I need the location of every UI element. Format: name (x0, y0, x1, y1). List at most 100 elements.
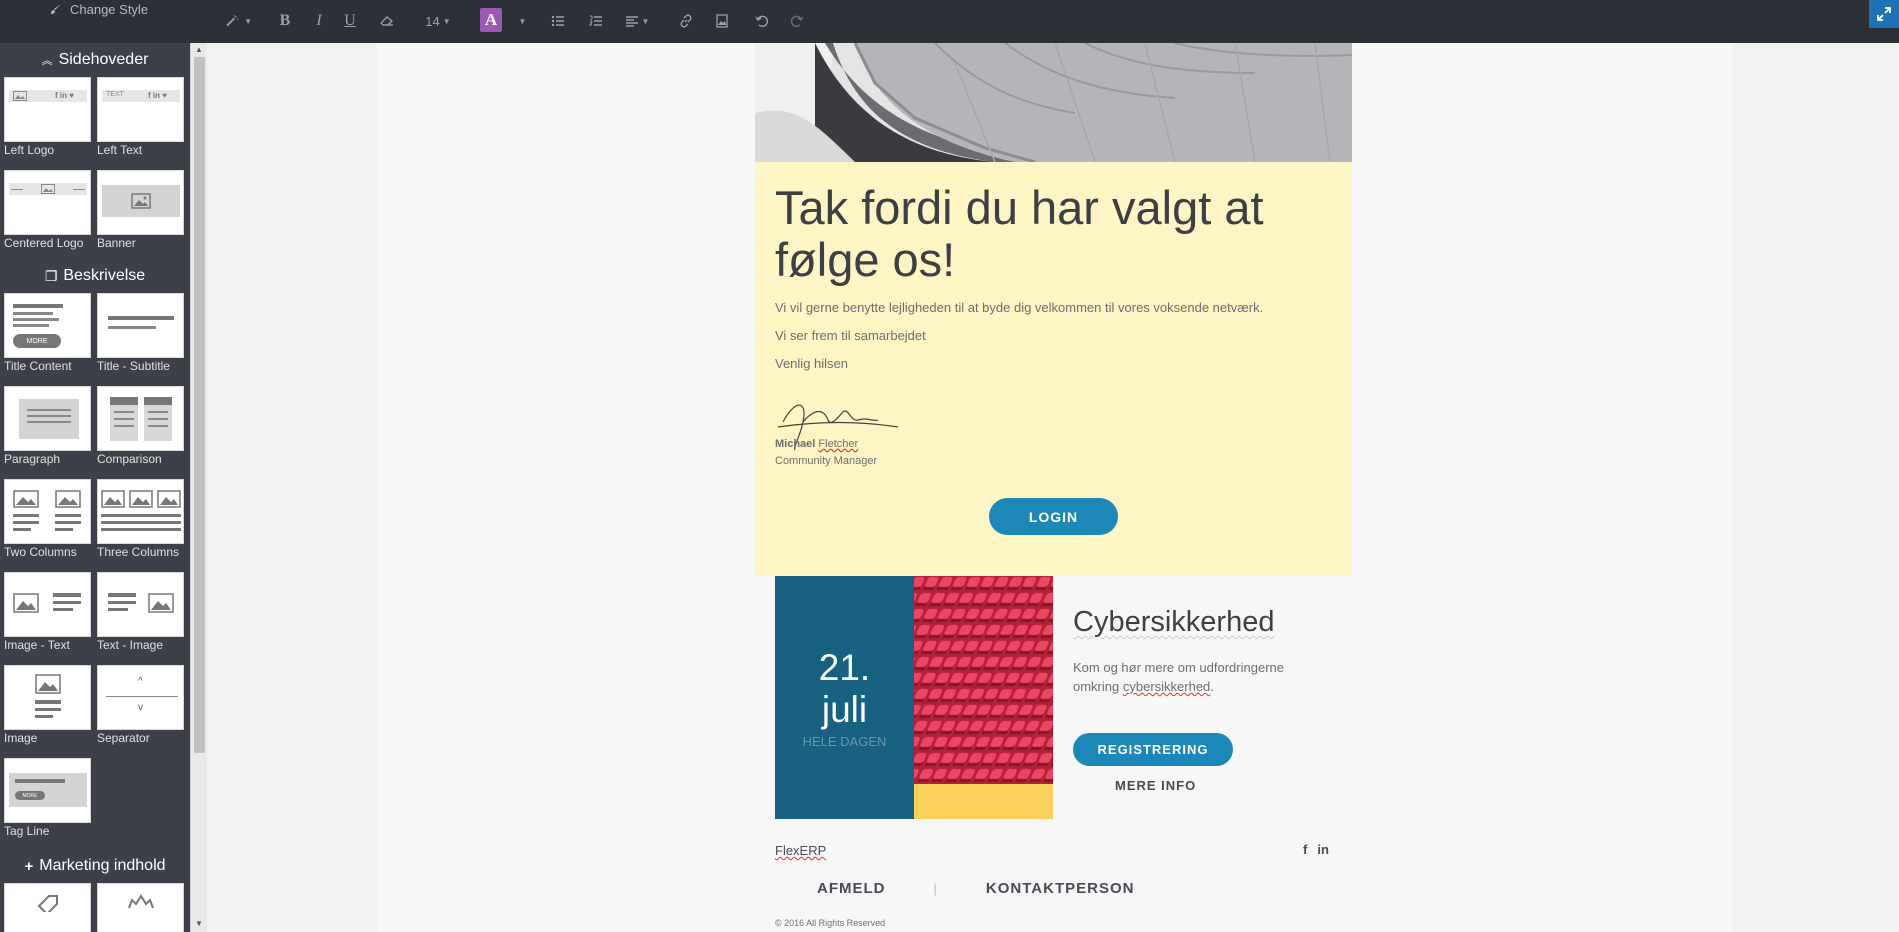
snippet-label: Left Logo (4, 143, 55, 157)
welcome-paragraph[interactable]: Venlig hilsen (775, 356, 1332, 371)
snippet-title-content[interactable]: MORE Title Content (4, 293, 97, 386)
snippet-label: Centered Logo (4, 236, 84, 250)
event-title[interactable]: Cybersikkerhed (1073, 606, 1274, 639)
link-button[interactable] (678, 10, 694, 32)
snippet-paragraph[interactable]: Paragraph (4, 386, 97, 479)
chevron-down-icon: ▼ (518, 16, 527, 26)
event-month[interactable]: juli (775, 688, 914, 731)
scroll-up-arrow-icon[interactable]: ▲ (195, 45, 203, 54)
copyright-text[interactable]: © 2016 All Rights Reserved (775, 918, 885, 928)
chevron-up-icon: ^ (138, 676, 143, 687)
text-color-dropdown[interactable]: ▼ (516, 10, 527, 32)
snippet-thumbnail: MORE (4, 293, 91, 358)
snippet-comparison[interactable]: Comparison (97, 386, 190, 479)
snippet-image[interactable]: Image (4, 665, 97, 758)
email-headline[interactable]: Tak fordi du har valgt at følge os! (775, 182, 1332, 286)
section-title-label: Beskrivelse (63, 267, 146, 284)
snippet-thumbnail (4, 170, 91, 235)
bold-button[interactable]: B (278, 10, 292, 32)
redo-icon (790, 15, 804, 28)
expand-icon (1877, 7, 1891, 21)
facebook-icon[interactable]: f (1303, 842, 1307, 857)
italic-button[interactable]: I (313, 10, 325, 32)
snippet-centered-logo[interactable]: Centered Logo (4, 170, 97, 263)
sidebar-scrollbar[interactable]: ▲ ▼ (190, 43, 207, 932)
snippet-label: Two Columns (4, 545, 77, 559)
stadium-seats-image[interactable] (914, 576, 1053, 784)
section-title-marketing[interactable]: + Marketing indhold (0, 849, 190, 883)
image-icon (13, 91, 27, 101)
image-icon (101, 490, 125, 508)
unsubscribe-link[interactable]: AFMELD (817, 880, 886, 897)
magic-wand-button[interactable]: ▼ (226, 10, 252, 32)
numbered-list-icon (589, 15, 602, 26)
snippet-label: Image - Text (4, 638, 70, 652)
underline-button[interactable]: U (343, 10, 357, 32)
thumb-more-button: MORE (13, 334, 61, 348)
snippet-separator[interactable]: ^ v Separator (97, 665, 190, 758)
snippet-image-text[interactable]: Image - Text (4, 572, 97, 665)
footer-separator: | (933, 881, 938, 896)
scrollbar-thumb[interactable] (194, 57, 205, 753)
event-day[interactable]: 21. (775, 646, 914, 689)
social-icons: f in ♥ (55, 91, 74, 100)
signature-role[interactable]: Community Manager (775, 455, 877, 467)
snippet-text-image[interactable]: Text - Image (97, 572, 190, 665)
snippet-title-subtitle[interactable]: Title - Subtitle (97, 293, 190, 386)
redo-button[interactable] (789, 10, 805, 32)
image-icon (41, 184, 55, 194)
event-duration[interactable]: HELE DAGEN (775, 734, 914, 749)
snippet-two-columns[interactable]: Two Columns (4, 479, 97, 572)
register-button[interactable]: REGISTRERING (1073, 733, 1233, 766)
numbered-list-button[interactable] (588, 10, 604, 32)
eraser-button[interactable] (378, 10, 396, 32)
linkedin-icon[interactable]: in (1317, 842, 1329, 857)
snippet-tag-line[interactable]: MORE Tag Line (4, 758, 97, 851)
event-description[interactable]: Kom og hør mere om udfordringerne omkrin… (1073, 658, 1313, 696)
hero-image[interactable] (755, 43, 1352, 162)
font-size-dropdown[interactable]: 14 ▼ (423, 10, 453, 32)
login-button[interactable]: LOGIN (989, 498, 1118, 535)
undo-button[interactable] (754, 10, 770, 32)
align-dropdown[interactable]: ▼ (623, 10, 651, 32)
section-title-description[interactable]: ❐ Beskrivelse (0, 259, 190, 293)
welcome-paragraph[interactable]: Vi ser frem til samarbejdet (775, 328, 1332, 343)
snippet-thumbnail (4, 883, 91, 932)
snippet-label: Title Content (4, 359, 72, 373)
snippet-left-text[interactable]: TEXT f in ♥ Left Text (97, 77, 190, 170)
footer-links: AFMELD | KONTAKTPERSON (817, 880, 1134, 897)
snippet-label: Paragraph (4, 452, 61, 466)
contact-person-link[interactable]: KONTAKTPERSON (986, 880, 1135, 897)
snippet-banner[interactable]: Banner (97, 170, 190, 263)
change-style-button[interactable]: Change Style (50, 0, 148, 18)
snippet-label: Image (4, 731, 38, 745)
bullet-list-button[interactable] (550, 10, 566, 32)
scroll-down-arrow-icon[interactable]: ▼ (195, 919, 203, 928)
paintbrush-icon (51, 4, 61, 14)
snippet-label: Left Text (97, 143, 143, 157)
image-icon (129, 490, 153, 508)
footer-brand[interactable]: FlexERP (775, 843, 826, 858)
more-info-link[interactable]: MERE INFO (1115, 778, 1196, 793)
image-icon (55, 490, 81, 508)
chevron-double-up-icon: ︽ (41, 55, 53, 67)
snippet-left-logo[interactable]: f in ♥ Left Logo (4, 77, 97, 170)
snippet-label: Comparison (97, 452, 162, 466)
image-button[interactable] (714, 10, 730, 32)
snippet-marketing-2[interactable] (97, 883, 190, 932)
welcome-paragraph[interactable]: Vi vil gerne benytte lejligheden til at … (775, 300, 1332, 315)
snippet-marketing-1[interactable] (4, 883, 97, 932)
fullscreen-button[interactable] (1869, 0, 1899, 28)
badge-icon (128, 894, 154, 909)
chevron-down-icon: v (138, 702, 143, 713)
snippet-thumbnail (4, 479, 91, 544)
thumb-text: TEXT (106, 91, 124, 98)
signature-last-name: Fletcher (818, 438, 859, 450)
image-icon (157, 490, 181, 508)
snippet-thumbnail (97, 479, 184, 544)
snippet-three-columns[interactable]: Three Columns (97, 479, 190, 572)
chevron-down-icon: ▼ (641, 16, 650, 26)
section-title-headers[interactable]: ︽ Sidehoveder (0, 43, 190, 77)
signature-name[interactable]: Michael Fletcher (775, 438, 858, 450)
text-color-button[interactable]: A (480, 8, 502, 32)
